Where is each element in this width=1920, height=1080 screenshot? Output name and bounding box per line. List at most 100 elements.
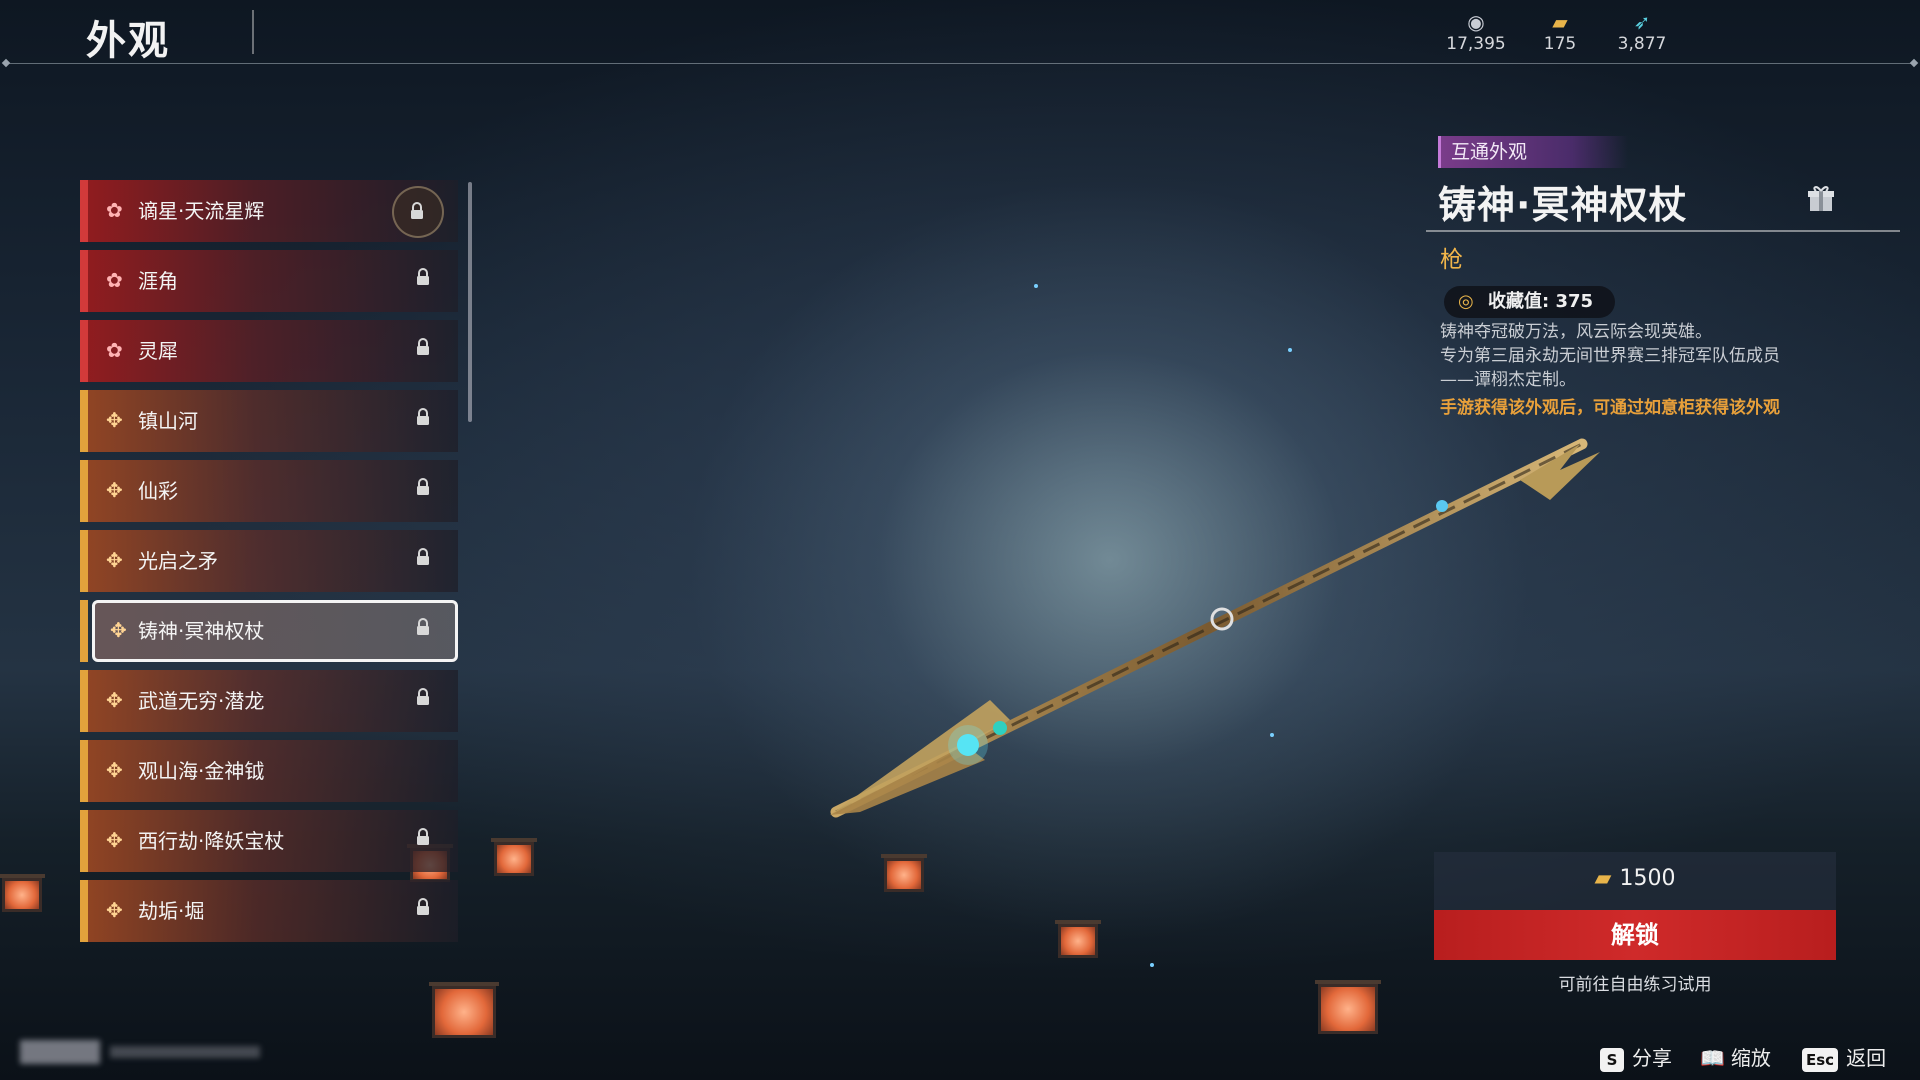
list-item-selected[interactable]: ✥ 铸神·冥神权杖 bbox=[80, 600, 458, 662]
lock-icon bbox=[416, 688, 430, 706]
action-label: 分享 bbox=[1632, 1046, 1672, 1070]
zoom-action[interactable]: 📖 缩放 bbox=[1700, 1044, 1771, 1072]
item-description: 铸神夺冠破万法，风云际会现英雄。 专为第三届永劫无间世界赛三排冠军队伍成员 ——… bbox=[1440, 320, 1870, 392]
price: ▰ 1500 bbox=[1434, 866, 1836, 891]
description-line: 专为第三届永劫无间世界赛三排冠军队伍成员 bbox=[1440, 346, 1780, 366]
rarity-bar bbox=[80, 810, 88, 872]
unlock-button[interactable]: 解锁 bbox=[1434, 910, 1836, 960]
rarity-bar bbox=[80, 530, 88, 592]
list-item[interactable]: ✥ 仙彩 bbox=[80, 460, 458, 522]
currency-value: 175 bbox=[1543, 34, 1577, 54]
action-label: 返回 bbox=[1846, 1046, 1887, 1070]
lock-icon bbox=[416, 618, 430, 636]
cross-icon: ✥ bbox=[106, 828, 123, 852]
rarity-bar bbox=[80, 180, 88, 242]
name-divider bbox=[1426, 230, 1900, 232]
top-bar: 外观 ◉ 17,395 ▰ 175 ➶ 3,877 bbox=[0, 0, 1920, 64]
cross-icon: ✥ bbox=[110, 618, 127, 642]
cross-icon: ✥ bbox=[106, 758, 123, 782]
item-name: 铸神·冥神权杖 bbox=[1438, 183, 1688, 227]
blurred-player-info bbox=[110, 1046, 260, 1058]
item-label: 谪星·天流星辉 bbox=[138, 199, 265, 223]
coin-icon: ◉ bbox=[1467, 10, 1485, 34]
book-icon: 📖 bbox=[1700, 1046, 1725, 1070]
lantern-decoration bbox=[429, 982, 499, 1038]
collection-value-badge: ◎ 收藏值: 375 bbox=[1444, 286, 1616, 318]
cross-icon: ✥ bbox=[106, 898, 123, 922]
cross-icon: ✥ bbox=[106, 478, 123, 502]
list-item[interactable]: ✿ 灵犀 bbox=[80, 320, 458, 382]
collection-icon: ◎ bbox=[1458, 291, 1474, 312]
feather-icon: ➶ bbox=[1633, 10, 1651, 34]
share-action[interactable]: S 分享 bbox=[1600, 1044, 1672, 1072]
currency-value: 17,395 bbox=[1446, 34, 1506, 54]
lock-icon bbox=[416, 338, 430, 356]
lock-icon bbox=[416, 898, 430, 916]
title-divider bbox=[252, 10, 254, 54]
item-label: 镇山河 bbox=[138, 409, 198, 433]
blurred-player-info bbox=[20, 1040, 100, 1064]
list-item[interactable]: ✥ 镇山河 bbox=[80, 390, 458, 452]
description-line: 铸神夺冠破万法，风云际会现英雄。 bbox=[1440, 322, 1712, 342]
gold-ingot-icon: ▰ bbox=[1594, 866, 1612, 891]
star-icon: ✿ bbox=[106, 338, 123, 362]
currency-value: 3,877 bbox=[1617, 34, 1667, 54]
skin-list: ✿ 谪星·天流星辉 ✿ 涯角 ✿ 灵犀 ✥ 镇山河 ✥ 仙彩 ✥ 光启之矛 ✥ … bbox=[80, 180, 460, 960]
list-item[interactable]: ✿ 涯角 bbox=[80, 250, 458, 312]
price-box: ▰ 1500 bbox=[1434, 852, 1836, 910]
list-item[interactable]: ✥ 劫垢·堀 bbox=[80, 880, 458, 942]
star-icon: ✿ bbox=[106, 268, 123, 292]
lantern-decoration bbox=[881, 854, 927, 892]
list-scrollbar[interactable] bbox=[468, 182, 472, 422]
item-label: 灵犀 bbox=[138, 339, 178, 363]
list-item[interactable]: ✥ 光启之矛 bbox=[80, 530, 458, 592]
item-label: 西行劫·降妖宝杖 bbox=[138, 829, 285, 853]
item-label: 仙彩 bbox=[138, 479, 178, 503]
obtain-hint: 手游获得该外观后，可通过如意柜获得该外观 bbox=[1440, 398, 1780, 418]
lock-icon bbox=[416, 478, 430, 496]
trial-note: 可前往自由练习试用 bbox=[1558, 975, 1712, 995]
list-item[interactable]: ✥ 武道无穷·潜龙 bbox=[80, 670, 458, 732]
gift-icon[interactable] bbox=[1806, 184, 1836, 214]
currency-feather: ➶ 3,877 bbox=[1602, 10, 1682, 54]
rarity-bar bbox=[80, 320, 88, 382]
weapon-type: 枪 bbox=[1440, 247, 1463, 273]
medal-badge-icon bbox=[392, 186, 444, 238]
action-label: 缩放 bbox=[1730, 1046, 1771, 1070]
list-item[interactable]: ✥ 西行劫·降妖宝杖 bbox=[80, 810, 458, 872]
lantern-decoration bbox=[0, 874, 45, 912]
item-label: 光启之矛 bbox=[138, 549, 218, 573]
star-icon: ✿ bbox=[106, 198, 123, 222]
lock-icon bbox=[416, 408, 430, 426]
rarity-bar bbox=[80, 600, 88, 662]
top-divider bbox=[6, 63, 1914, 64]
rarity-bar bbox=[80, 740, 88, 802]
currency-gold: ▰ 175 bbox=[1520, 10, 1600, 54]
back-action[interactable]: Esc 返回 bbox=[1802, 1044, 1886, 1072]
cross-icon: ✥ bbox=[106, 408, 123, 432]
lantern-decoration bbox=[1315, 980, 1381, 1034]
gold-ingot-icon: ▰ bbox=[1552, 10, 1568, 34]
currency-coin: ◉ 17,395 bbox=[1436, 10, 1516, 54]
item-label: 涯角 bbox=[138, 269, 178, 293]
list-item[interactable]: ✥ 观山海·金神钺 bbox=[80, 740, 458, 802]
lantern-decoration bbox=[491, 838, 537, 876]
list-item[interactable]: ✿ 谪星·天流星辉 bbox=[80, 180, 458, 242]
price-value: 1500 bbox=[1619, 866, 1676, 891]
lock-icon bbox=[416, 268, 430, 286]
item-label: 铸神·冥神权杖 bbox=[138, 619, 265, 643]
rarity-bar bbox=[80, 390, 88, 452]
item-label: 武道无穷·潜龙 bbox=[138, 689, 265, 713]
cross-icon: ✥ bbox=[106, 688, 123, 712]
lantern-decoration bbox=[1055, 920, 1101, 958]
rarity-bar bbox=[80, 460, 88, 522]
item-label: 观山海·金神钺 bbox=[138, 759, 265, 783]
page-title: 外观 bbox=[86, 18, 170, 64]
collection-value: 收藏值: 375 bbox=[1488, 291, 1594, 312]
lock-icon bbox=[416, 828, 430, 846]
rarity-bar bbox=[80, 250, 88, 312]
item-label: 劫垢·堀 bbox=[138, 899, 205, 923]
key-s-icon: S bbox=[1600, 1047, 1624, 1072]
rarity-bar bbox=[80, 670, 88, 732]
lock-icon bbox=[416, 548, 430, 566]
